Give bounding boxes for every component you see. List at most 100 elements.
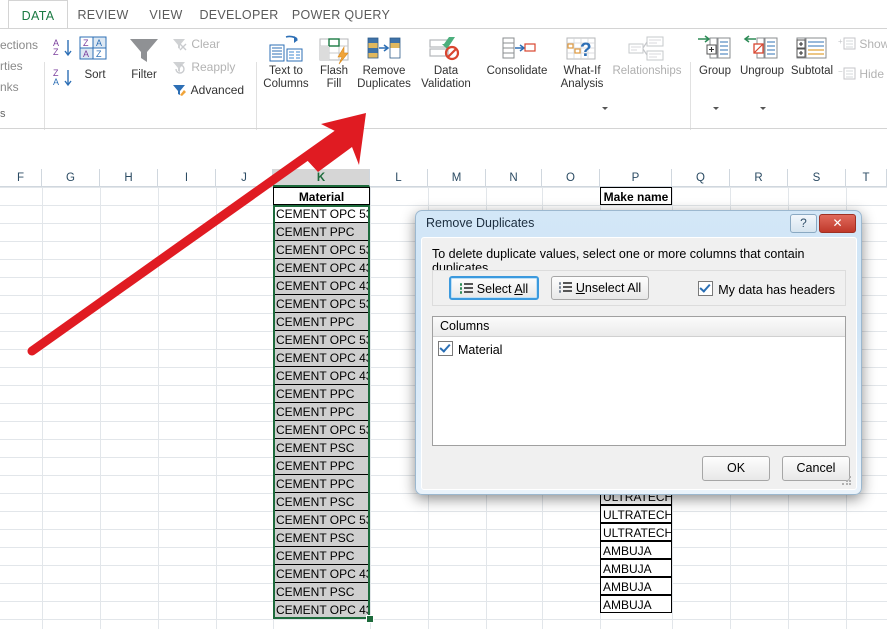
column-header-i[interactable]: I <box>158 169 216 187</box>
what-if-dropdown[interactable] <box>600 100 608 118</box>
cell-p-value[interactable]: AMBUJA <box>600 595 672 613</box>
tab-view[interactable]: VIEW <box>140 0 192 29</box>
cell-k-10[interactable]: CEMENT OPC 43 <box>273 349 370 367</box>
tab-developer[interactable]: DEVELOPER <box>196 0 282 29</box>
cell-k-header[interactable]: Material <box>273 187 370 205</box>
flash-fill-icon <box>319 38 349 65</box>
subtotal-icon <box>796 37 827 59</box>
ok-button[interactable]: OK <box>702 456 770 481</box>
resize-grip-icon[interactable] <box>842 476 852 486</box>
reapply-button[interactable]: Reapply <box>172 60 235 74</box>
cell-p-value[interactable]: AMBUJA <box>600 577 672 595</box>
remove-duplicates-dialog[interactable]: Remove Duplicates ? ✕ To delete duplicat… <box>415 210 862 495</box>
select-all-label-pre: Select <box>476 282 515 296</box>
subtotal-button[interactable]: Subtotal <box>786 35 838 78</box>
cell-k-7[interactable]: CEMENT OPC 53 <box>273 295 370 313</box>
column-header-t[interactable]: T <box>846 169 887 187</box>
clear-button[interactable]: Clear <box>172 37 220 51</box>
columns-listbox[interactable]: Columns Material <box>432 316 846 446</box>
cell-k-3[interactable]: CEMENT PPC <box>273 223 370 241</box>
relationships-button[interactable]: Relationships <box>608 35 686 78</box>
show-detail-button[interactable]: + Show D <box>838 37 887 51</box>
list-item-label: Material <box>458 343 503 357</box>
remove-duplicates-button[interactable]: Remove Duplicates <box>354 35 414 91</box>
close-button[interactable]: ✕ <box>819 214 856 233</box>
cell-k-19[interactable]: CEMENT OPC 53 <box>273 511 370 529</box>
grid-col-line <box>216 187 217 629</box>
edit-links-label-clipped[interactable]: nks <box>0 80 19 94</box>
cell-k-8[interactable]: CEMENT PPC <box>273 313 370 331</box>
ungroup-dropdown[interactable] <box>736 100 788 118</box>
list-item-material[interactable]: Material <box>438 341 502 357</box>
connections-label-clipped[interactable]: ections <box>0 38 38 52</box>
tab-data[interactable]: DATA <box>8 0 68 29</box>
what-if-analysis-button[interactable]: ? What-If Analysis <box>556 35 608 91</box>
dialog-titlebar[interactable]: Remove Duplicates ? ✕ <box>416 211 861 237</box>
hide-detail-button[interactable]: − Hide D <box>838 67 887 81</box>
column-header-j[interactable]: J <box>216 169 273 187</box>
column-header-p[interactable]: P <box>600 169 672 187</box>
cell-k-4[interactable]: CEMENT OPC 53 <box>273 241 370 259</box>
cell-k-6[interactable]: CEMENT OPC 43 <box>273 277 370 295</box>
cell-k-11[interactable]: CEMENT OPC 43 <box>273 367 370 385</box>
clear-button-label: Clear <box>191 37 221 51</box>
cell-k-9[interactable]: CEMENT OPC 53 <box>273 331 370 349</box>
select-all-button[interactable]: Select All <box>449 276 539 300</box>
cell-p-value[interactable]: AMBUJA <box>600 559 672 577</box>
column-header-m[interactable]: M <box>428 169 486 187</box>
cancel-button[interactable]: Cancel <box>782 456 850 481</box>
group-dropdown[interactable] <box>694 100 736 118</box>
subtotal-label: Subtotal <box>790 65 834 77</box>
cell-p-value[interactable]: AMBUJA <box>600 541 672 559</box>
cell-p-value[interactable]: ULTRATECH <box>600 523 672 541</box>
cell-k-23[interactable]: CEMENT PSC <box>273 583 370 601</box>
cell-k-17[interactable]: CEMENT PPC <box>273 475 370 493</box>
cell-k-12[interactable]: CEMENT PPC <box>273 385 370 403</box>
column-header-g[interactable]: G <box>42 169 100 187</box>
advanced-button[interactable]: Advanced <box>172 83 244 97</box>
tab-power-query[interactable]: POWER QUERY <box>288 0 394 29</box>
text-to-columns-button[interactable]: Text to Columns <box>260 35 312 91</box>
flash-fill-button[interactable]: Flash Fill <box>313 35 355 91</box>
cell-k-21[interactable]: CEMENT PPC <box>273 547 370 565</box>
cell-k-13[interactable]: CEMENT PPC <box>273 403 370 421</box>
data-validation-button[interactable]: Data Validation <box>418 35 474 91</box>
column-header-o[interactable]: O <box>542 169 600 187</box>
grid-col-line <box>370 187 371 629</box>
column-header-q[interactable]: Q <box>672 169 730 187</box>
column-header-n[interactable]: N <box>486 169 542 187</box>
cell-k-16[interactable]: CEMENT PPC <box>273 457 370 475</box>
tab-review[interactable]: REVIEW <box>72 0 134 29</box>
column-header-r[interactable]: R <box>730 169 788 187</box>
cell-p-header[interactable]: Make name <box>600 187 672 205</box>
unselect-all-button[interactable]: Unselect All <box>551 276 649 300</box>
cell-k-18[interactable]: CEMENT PSC <box>273 493 370 511</box>
headers-label-post: data has headers <box>734 283 835 297</box>
cell-k-5[interactable]: CEMENT OPC 43 <box>273 259 370 277</box>
column-headers-row[interactable]: FGHIJKLMNOPQRST <box>0 169 887 187</box>
hide-detail-icon: − <box>838 67 856 80</box>
sort-button[interactable]: Z A A Z Sort <box>72 35 118 82</box>
column-header-f[interactable]: F <box>0 169 42 187</box>
cell-p-value[interactable]: ULTRATECH <box>600 505 672 523</box>
consolidate-button[interactable]: Consolidate <box>478 35 556 78</box>
ungroup-button[interactable]: Ungroup <box>736 35 788 78</box>
cell-k-15[interactable]: CEMENT PSC <box>273 439 370 457</box>
column-header-l[interactable]: L <box>370 169 428 187</box>
ungroup-icon <box>743 35 778 59</box>
help-button[interactable]: ? <box>790 214 817 233</box>
cell-k-2[interactable]: CEMENT OPC 53 <box>273 205 370 223</box>
cell-k-24[interactable]: CEMENT OPC 43 <box>273 601 370 619</box>
group-button[interactable]: Group <box>694 35 736 78</box>
column-header-s[interactable]: S <box>788 169 846 187</box>
remove-duplicates-label-2: Duplicates <box>357 78 411 90</box>
cell-k-22[interactable]: CEMENT OPC 43 <box>273 565 370 583</box>
column-header-k[interactable]: K <box>273 169 370 187</box>
my-data-has-headers-checkbox[interactable]: My data has headers <box>698 281 835 297</box>
column-header-h[interactable]: H <box>100 169 158 187</box>
cell-k-20[interactable]: CEMENT PSC <box>273 529 370 547</box>
filter-button[interactable]: Filter <box>122 35 166 82</box>
selection-fill-handle[interactable] <box>366 615 374 623</box>
cell-k-14[interactable]: CEMENT OPC 53 <box>273 421 370 439</box>
properties-label-clipped[interactable]: rties <box>0 59 23 73</box>
